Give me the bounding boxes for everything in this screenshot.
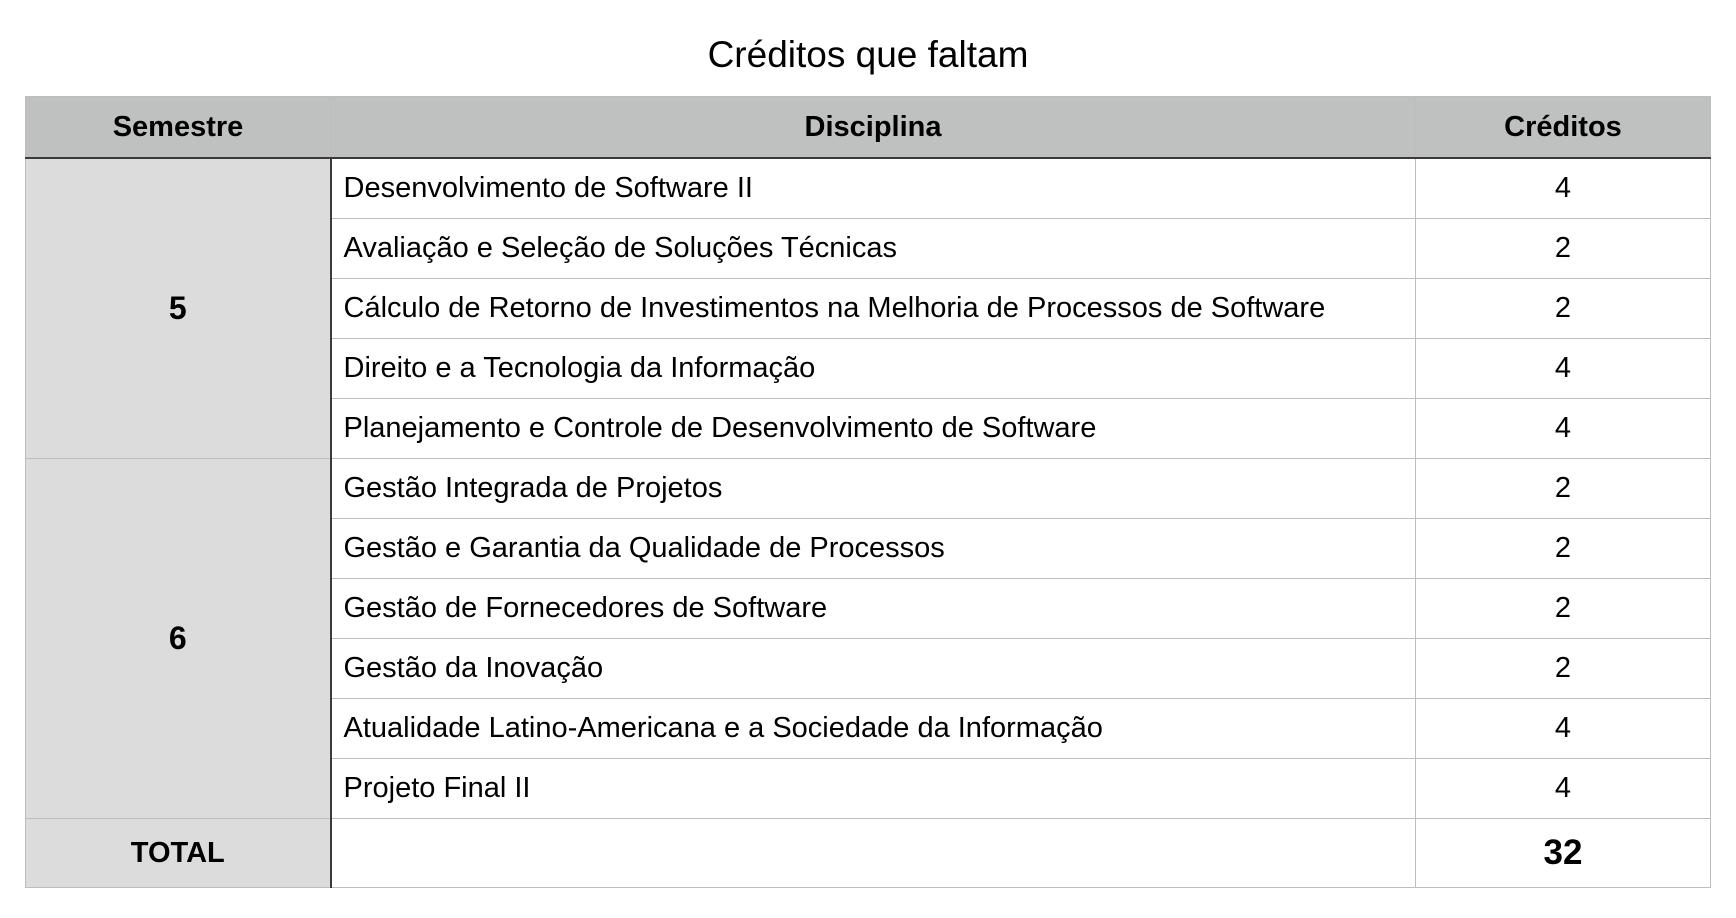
credits-cell: 2 (1415, 278, 1711, 339)
discipline-cell: Planejamento e Controle de Desenvolvimen… (330, 398, 1416, 459)
discipline-cell: Gestão Integrada de Projetos (330, 458, 1416, 519)
total-label: TOTAL (25, 818, 332, 888)
credits-cell: 4 (1415, 698, 1711, 759)
credits-cell: 2 (1415, 458, 1711, 519)
header-row: Semestre Disciplina Créditos (25, 96, 1711, 159)
credits-cell: 4 (1415, 398, 1711, 459)
discipline-cell: Atualidade Latino-Americana e a Sociedad… (330, 698, 1416, 759)
discipline-cell: Gestão de Fornecedores de Software (330, 578, 1416, 639)
credits-cell: 4 (1415, 338, 1711, 399)
discipline-cell: Projeto Final II (330, 758, 1416, 819)
total-row: TOTAL 32 (25, 818, 1711, 888)
semester-cell: 6 (25, 458, 332, 819)
credits-cell: 2 (1415, 218, 1711, 279)
semester-cell: 5 (25, 157, 332, 459)
total-empty-cell (330, 818, 1416, 888)
total-value: 32 (1415, 818, 1711, 888)
credits-cell: 2 (1415, 578, 1711, 639)
discipline-cell: Avaliação e Seleção de Soluções Técnicas (330, 218, 1416, 279)
discipline-cell: Cálculo de Retorno de Investimentos na M… (330, 278, 1416, 339)
credits-cell: 2 (1415, 518, 1711, 579)
header-discipline: Disciplina (330, 96, 1416, 159)
table-row: 6 Gestão Integrada de Projetos 2 (25, 458, 1711, 819)
credits-table: Semestre Disciplina Créditos 5 Desenvolv… (25, 96, 1711, 888)
credits-cell: 4 (1415, 758, 1711, 819)
discipline-cell: Gestão e Garantia da Qualidade de Proces… (330, 518, 1416, 579)
discipline-cell: Desenvolvimento de Software II (330, 157, 1416, 219)
header-semester: Semestre (25, 96, 331, 159)
table-title: Créditos que faltam (707, 34, 1029, 75)
header-credits: Créditos (1415, 96, 1711, 159)
discipline-cell: Direito e a Tecnologia da Informação (330, 338, 1416, 399)
discipline-cell: Gestão da Inovação (330, 638, 1416, 699)
credits-cell: 4 (1415, 157, 1711, 219)
credits-cell: 2 (1415, 638, 1711, 699)
table-row: 5 Desenvolvimento de Software II 4 (25, 157, 1711, 459)
